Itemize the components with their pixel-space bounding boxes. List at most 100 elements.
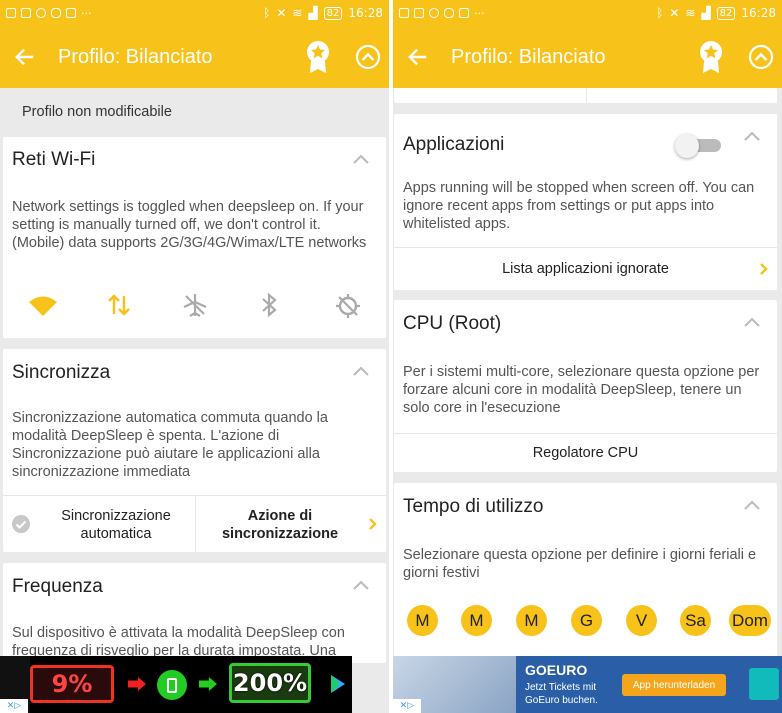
day-sunday[interactable]: Dom [729, 605, 771, 636]
play-store-icon [331, 675, 345, 693]
cpu-card-description: Per i sistemi multi-core, selezionare qu… [403, 364, 760, 416]
arrow-right-icon [128, 677, 146, 691]
youtube-icon [66, 8, 76, 18]
day-friday[interactable]: V [626, 605, 657, 636]
collapse-all-icon[interactable] [355, 44, 381, 70]
adchoices-icon[interactable]: ✕▷ [393, 699, 421, 713]
arrow-right-icon [199, 677, 217, 691]
day-tuesday[interactable]: M [461, 605, 492, 636]
divider [586, 88, 587, 103]
chevron-right-icon [760, 263, 768, 275]
wifi-card-title: Reti Wi-Fi [12, 149, 96, 170]
sync-action-label-line2: sincronizzazione [221, 526, 339, 542]
whatsapp-icon [36, 8, 46, 18]
wifi-card-description: Network settings is toggled when deepsle… [12, 199, 367, 251]
mute-icon: ✕ [669, 6, 680, 20]
instagram-icon [51, 8, 61, 18]
profile-notice: Profilo non modificabile [22, 104, 172, 120]
gallery-icon [21, 8, 31, 18]
wifi-icon[interactable] [27, 294, 59, 318]
wifi-status-icon: ≋ [685, 6, 696, 20]
status-bar: ··· ᛒ ✕ ≋ ▟ 82 16:28 [393, 0, 782, 26]
gallery-icon [414, 8, 424, 18]
award-badge-icon[interactable] [698, 40, 724, 74]
right-screen: ··· ᛒ ✕ ≋ ▟ 82 16:28 Profilo: Bilanciato… [393, 0, 782, 713]
battery-icon: 82 [716, 6, 736, 20]
screenshot-root: ··· ᛒ ✕ ≋ ▟ 82 16:28 Profilo: Bilanciato… [0, 0, 782, 713]
airplane-icon[interactable] [182, 292, 208, 318]
day-saturday[interactable]: Sa [680, 605, 711, 636]
usage-time-card: Tempo di utilizzo Selezionare questa opz… [394, 483, 777, 663]
clock: 16:28 [741, 6, 776, 20]
sync-card-description: Sincronizzazione automatica commuta quan… [12, 410, 328, 480]
back-arrow-icon[interactable] [14, 46, 36, 68]
ignored-apps-label: Lista applicazioni ignorate [502, 261, 669, 277]
more-icon: ··· [474, 6, 485, 20]
ad-banner[interactable]: GOEURO Jetzt Tickets mit GoEuro buchen. … [393, 656, 782, 713]
chevron-up-icon[interactable] [743, 499, 761, 511]
day-monday[interactable]: M [407, 605, 438, 636]
collapse-all-icon[interactable] [748, 44, 774, 70]
auto-sync-label-line1: Sincronizzazione [61, 508, 171, 524]
usage-time-card-title: Tempo di utilizzo [403, 496, 544, 517]
previous-card-fragment [394, 88, 777, 103]
chevron-up-icon[interactable] [352, 365, 370, 377]
battery-charge-icon [157, 670, 187, 700]
sync-off-icon[interactable] [334, 292, 362, 320]
youtube-icon [459, 8, 469, 18]
app-bar: Profilo: Bilanciato [0, 26, 389, 88]
instagram-icon [444, 8, 454, 18]
bluetooth-icon[interactable] [259, 292, 279, 318]
cpu-card: CPU (Root) Per i sistemi multi-core, sel… [394, 300, 777, 472]
day-wednesday[interactable]: M [516, 605, 547, 636]
cpu-governor-label: Regolatore CPU [532, 445, 639, 461]
page-title: Profilo: Bilanciato [58, 45, 213, 68]
system-icons: ᛒ ✕ ≋ ▟ 82 16:28 [263, 6, 383, 20]
award-badge-icon[interactable] [305, 40, 331, 74]
chevron-up-icon[interactable] [352, 579, 370, 591]
ad-banner[interactable]: 9% 200% ✕▷ [0, 656, 352, 713]
day-thursday[interactable]: G [571, 605, 602, 636]
ad-battery-low: 9% [30, 665, 114, 703]
left-screen: ··· ᛒ ✕ ≋ ▟ 82 16:28 Profilo: Bilanciato… [0, 0, 389, 713]
clock: 16:28 [348, 6, 383, 20]
frequency-card: Frequenza Sul dispositivo è attivata la … [3, 563, 386, 663]
sync-card-title: Sincronizza [12, 362, 111, 383]
apps-card-title: Applicazioni [403, 134, 505, 155]
ignored-apps-link[interactable]: Lista applicazioni ignorate [394, 248, 777, 290]
wifi-card: Reti Wi-Fi Network settings is toggled w… [3, 137, 386, 338]
notification-icon [6, 8, 16, 18]
apps-card-description: Apps running will be stopped when screen… [403, 180, 755, 232]
chevron-up-icon[interactable] [743, 130, 761, 142]
signal-icon: ▟ [701, 6, 711, 20]
back-arrow-icon[interactable] [407, 46, 429, 68]
sync-action-button[interactable]: Azione di sincronizzazione [196, 496, 386, 552]
whatsapp-icon [429, 8, 439, 18]
signal-icon: ▟ [308, 6, 318, 20]
bluetooth-status-icon: ᛒ [656, 6, 664, 20]
wifi-status-icon: ≋ [292, 6, 303, 20]
sync-card: Sincronizza Sincronizzazione automatica … [3, 349, 386, 552]
notification-icons: ··· [6, 7, 92, 20]
chevron-right-icon [369, 518, 377, 530]
ad-battery-high: 200% [229, 663, 311, 703]
bluetooth-status-icon: ᛒ [263, 6, 271, 20]
adchoices-icon[interactable]: ✕▷ [0, 699, 28, 713]
cpu-governor-link[interactable]: Regolatore CPU [394, 434, 777, 472]
auto-sync-toggle[interactable]: Sincronizzazione automatica [3, 496, 195, 552]
usage-time-card-description: Selezionare questa opzione per definire … [403, 547, 757, 581]
sync-action-label-line1: Azione di [247, 508, 313, 524]
page-title: Profilo: Bilanciato [451, 45, 606, 68]
apps-toggle[interactable] [675, 134, 723, 158]
notification-icons: ··· [399, 7, 485, 20]
ad-download-button[interactable]: App herunterladen [622, 674, 726, 696]
system-icons: ᛒ ✕ ≋ ▟ 82 16:28 [656, 6, 776, 20]
more-icon: ··· [81, 6, 92, 20]
app-bar: Profilo: Bilanciato [393, 26, 782, 88]
mobile-data-icon[interactable] [106, 292, 132, 318]
chevron-up-icon[interactable] [352, 153, 370, 165]
frequency-card-title: Frequenza [12, 576, 103, 597]
chevron-up-icon[interactable] [743, 316, 761, 328]
ad-brand: GOEURO [525, 662, 588, 678]
check-circle-icon [12, 515, 30, 533]
